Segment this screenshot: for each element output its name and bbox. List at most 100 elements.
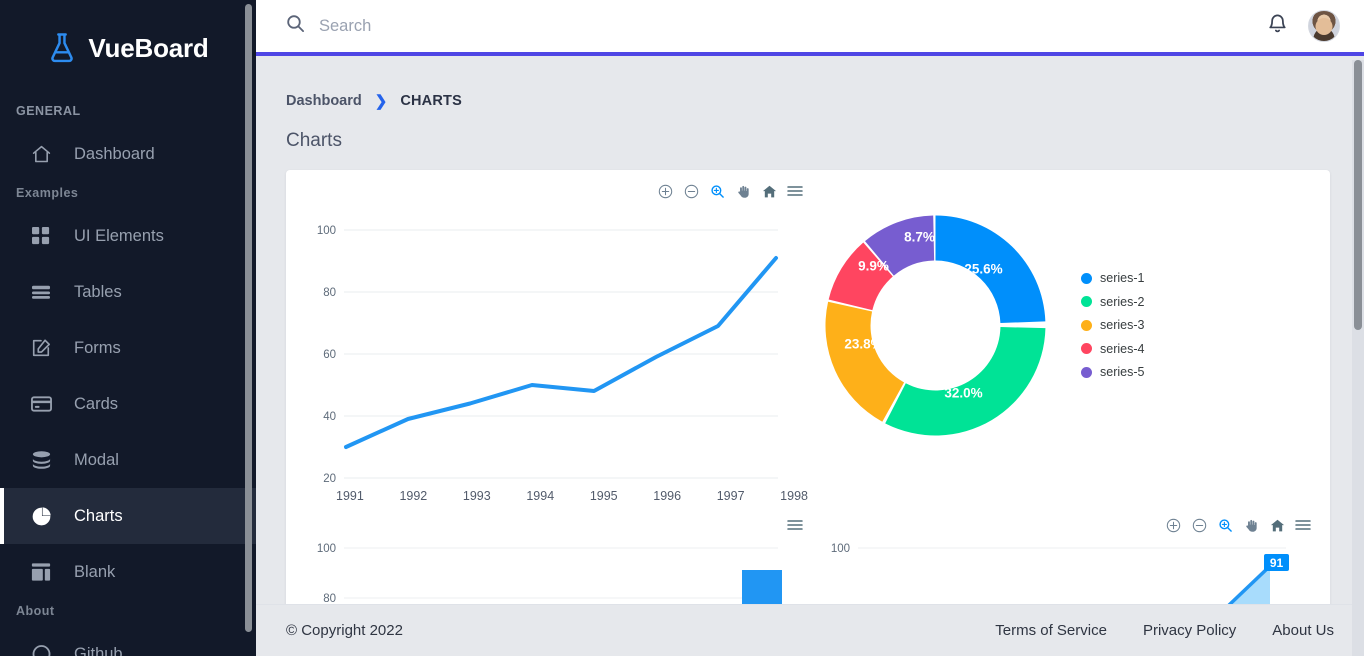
legend-item-series-4[interactable]: series-4 — [1081, 337, 1144, 361]
sidebar-item-label: Dashboard — [74, 144, 155, 163]
sidebar-item-label: Github — [74, 644, 123, 656]
footer-link-privacy[interactable]: Privacy Policy — [1143, 622, 1236, 639]
sidebar-item-modal[interactable]: Modal — [0, 432, 256, 488]
bar-1998 — [742, 570, 782, 606]
layers-icon — [30, 449, 52, 471]
footer-links: Terms of Service Privacy Policy About Us — [995, 622, 1334, 639]
line-chart-x-labels: 1991 1992 1993 1994 1995 1996 1997 1998 — [300, 489, 808, 503]
sidebar-item-label: Modal — [74, 450, 119, 469]
breadcrumb-dashboard[interactable]: Dashboard — [286, 93, 362, 109]
brand-logo[interactable]: VueBoard — [0, 0, 256, 96]
svg-text:40: 40 — [323, 411, 336, 423]
home-reset-icon[interactable] — [760, 182, 778, 200]
area-chart: 100 91 — [808, 514, 1316, 606]
zoom-in-icon[interactable] — [656, 182, 674, 200]
legend-label: series-1 — [1100, 271, 1145, 285]
x-tick: 1991 — [336, 489, 364, 503]
donut-slice-series-2 — [885, 326, 1046, 436]
pan-icon[interactable] — [1242, 516, 1260, 534]
home-reset-icon[interactable] — [1268, 516, 1286, 534]
legend-item-series-1[interactable]: series-1 — [1081, 266, 1144, 290]
legend-color-dot — [1081, 343, 1092, 354]
pan-icon[interactable] — [734, 182, 752, 200]
topbar-actions — [1267, 10, 1340, 42]
area-chart-svg: 100 91 — [831, 543, 1289, 606]
footer-link-about[interactable]: About Us — [1272, 622, 1334, 639]
x-tick: 1992 — [399, 489, 428, 503]
footer-link-terms[interactable]: Terms of Service — [995, 622, 1107, 639]
sidebar-scrollbar[interactable] — [245, 4, 252, 632]
sidebar-item-label: Blank — [74, 562, 116, 581]
selection-zoom-icon[interactable] — [1216, 516, 1234, 534]
sidebar: VueBoard GENERAL Dashboard Examples UI E… — [0, 0, 256, 656]
zoom-out-icon[interactable] — [682, 182, 700, 200]
charts-bottom-row: 100 80 100 91 — [300, 514, 1316, 606]
table-icon — [30, 281, 52, 303]
legend-item-series-2[interactable]: series-2 — [1081, 290, 1144, 314]
sidebar-item-tables[interactable]: Tables — [0, 264, 256, 320]
bell-icon[interactable] — [1267, 13, 1288, 40]
donut-chart-wrap: 25.6% 32.0% 23.8% 9.9% 8.7% series-1 ser… — [808, 180, 1316, 470]
search-area — [286, 14, 1267, 38]
copyright-text: © Copyright 2022 — [286, 622, 403, 639]
grid-icon — [30, 225, 52, 247]
sidebar-item-charts[interactable]: Charts — [0, 488, 256, 544]
sidebar-item-forms[interactable]: Forms — [0, 320, 256, 376]
top-bar — [256, 0, 1364, 56]
sidebar-item-label: UI Elements — [74, 226, 164, 245]
zoom-out-icon[interactable] — [1190, 516, 1208, 534]
sidebar-item-cards[interactable]: Cards — [0, 376, 256, 432]
main-scrollbar-thumb[interactable] — [1354, 60, 1362, 330]
sidebar-item-dashboard[interactable]: Dashboard — [0, 126, 256, 182]
svg-text:20: 20 — [323, 473, 336, 482]
zoom-in-icon[interactable] — [1164, 516, 1182, 534]
footer: © Copyright 2022 Terms of Service Privac… — [256, 604, 1364, 656]
search-input[interactable] — [319, 16, 719, 36]
app-root: VueBoard GENERAL Dashboard Examples UI E… — [0, 0, 1364, 656]
legend-color-dot — [1081, 272, 1092, 284]
hamburger-menu-icon[interactable] — [786, 182, 804, 200]
breadcrumb-current: CHARTS — [400, 93, 462, 109]
avatar[interactable] — [1308, 10, 1340, 42]
bar-chart: 100 80 — [300, 514, 808, 606]
github-icon — [30, 643, 52, 656]
card-icon — [30, 393, 52, 415]
sidebar-item-label: Cards — [74, 394, 119, 413]
svg-text:60: 60 — [323, 349, 336, 361]
sidebar-item-ui-elements[interactable]: UI Elements — [0, 208, 256, 264]
legend-label: series-4 — [1100, 341, 1145, 356]
bar-chart-svg: 100 80 — [317, 543, 782, 606]
selection-zoom-icon[interactable] — [708, 182, 726, 200]
donut-chart: 25.6% 32.0% 23.8% 9.9% 8.7% series-1 ser… — [808, 180, 1316, 492]
charts-card-area: 100 80 60 40 20 1991 1992 1993 1994 1995… — [256, 152, 1364, 618]
sidebar-item-github[interactable]: Github — [0, 626, 256, 656]
charts-top-row: 100 80 60 40 20 1991 1992 1993 1994 1995… — [300, 180, 1316, 503]
legend-item-series-5[interactable]: series-5 — [1081, 360, 1144, 384]
brand-name: VueBoard — [88, 32, 209, 63]
chevron-right-icon: ❯ — [374, 93, 388, 110]
donut-label-series-2: 32.0% — [944, 385, 982, 400]
x-tick: 1995 — [589, 489, 618, 503]
breadcrumb: Dashboard ❯ CHARTS — [256, 56, 1364, 110]
hamburger-menu-icon[interactable] — [786, 516, 804, 534]
legend-item-series-3[interactable]: series-3 — [1081, 313, 1144, 337]
donut-label-series-3: 23.8% — [844, 336, 882, 351]
x-tick: 1998 — [780, 489, 808, 503]
hamburger-menu-icon[interactable] — [1294, 516, 1312, 534]
donut-label-series-1: 25.6% — [964, 261, 1002, 276]
bar-chart-toolbar — [300, 514, 808, 536]
line-chart-plot: 100 80 60 40 20 1991 1992 1993 1994 1995… — [300, 202, 808, 503]
svg-text:80: 80 — [323, 287, 336, 299]
sidebar-item-label: Tables — [74, 282, 122, 301]
x-tick: 1997 — [716, 489, 745, 503]
page-title: Charts — [286, 130, 342, 151]
legend-color-dot — [1081, 296, 1092, 307]
x-tick: 1994 — [526, 489, 555, 503]
donut-label-series-5: 8.7% — [904, 229, 935, 244]
home-icon — [30, 143, 52, 165]
line-chart-svg: 100 80 60 40 20 — [317, 225, 778, 485]
pie-chart-icon — [30, 505, 52, 527]
legend-color-dot — [1081, 319, 1092, 331]
main-content: Dashboard ❯ CHARTS Charts — [256, 0, 1364, 656]
sidebar-item-blank[interactable]: Blank — [0, 544, 256, 600]
